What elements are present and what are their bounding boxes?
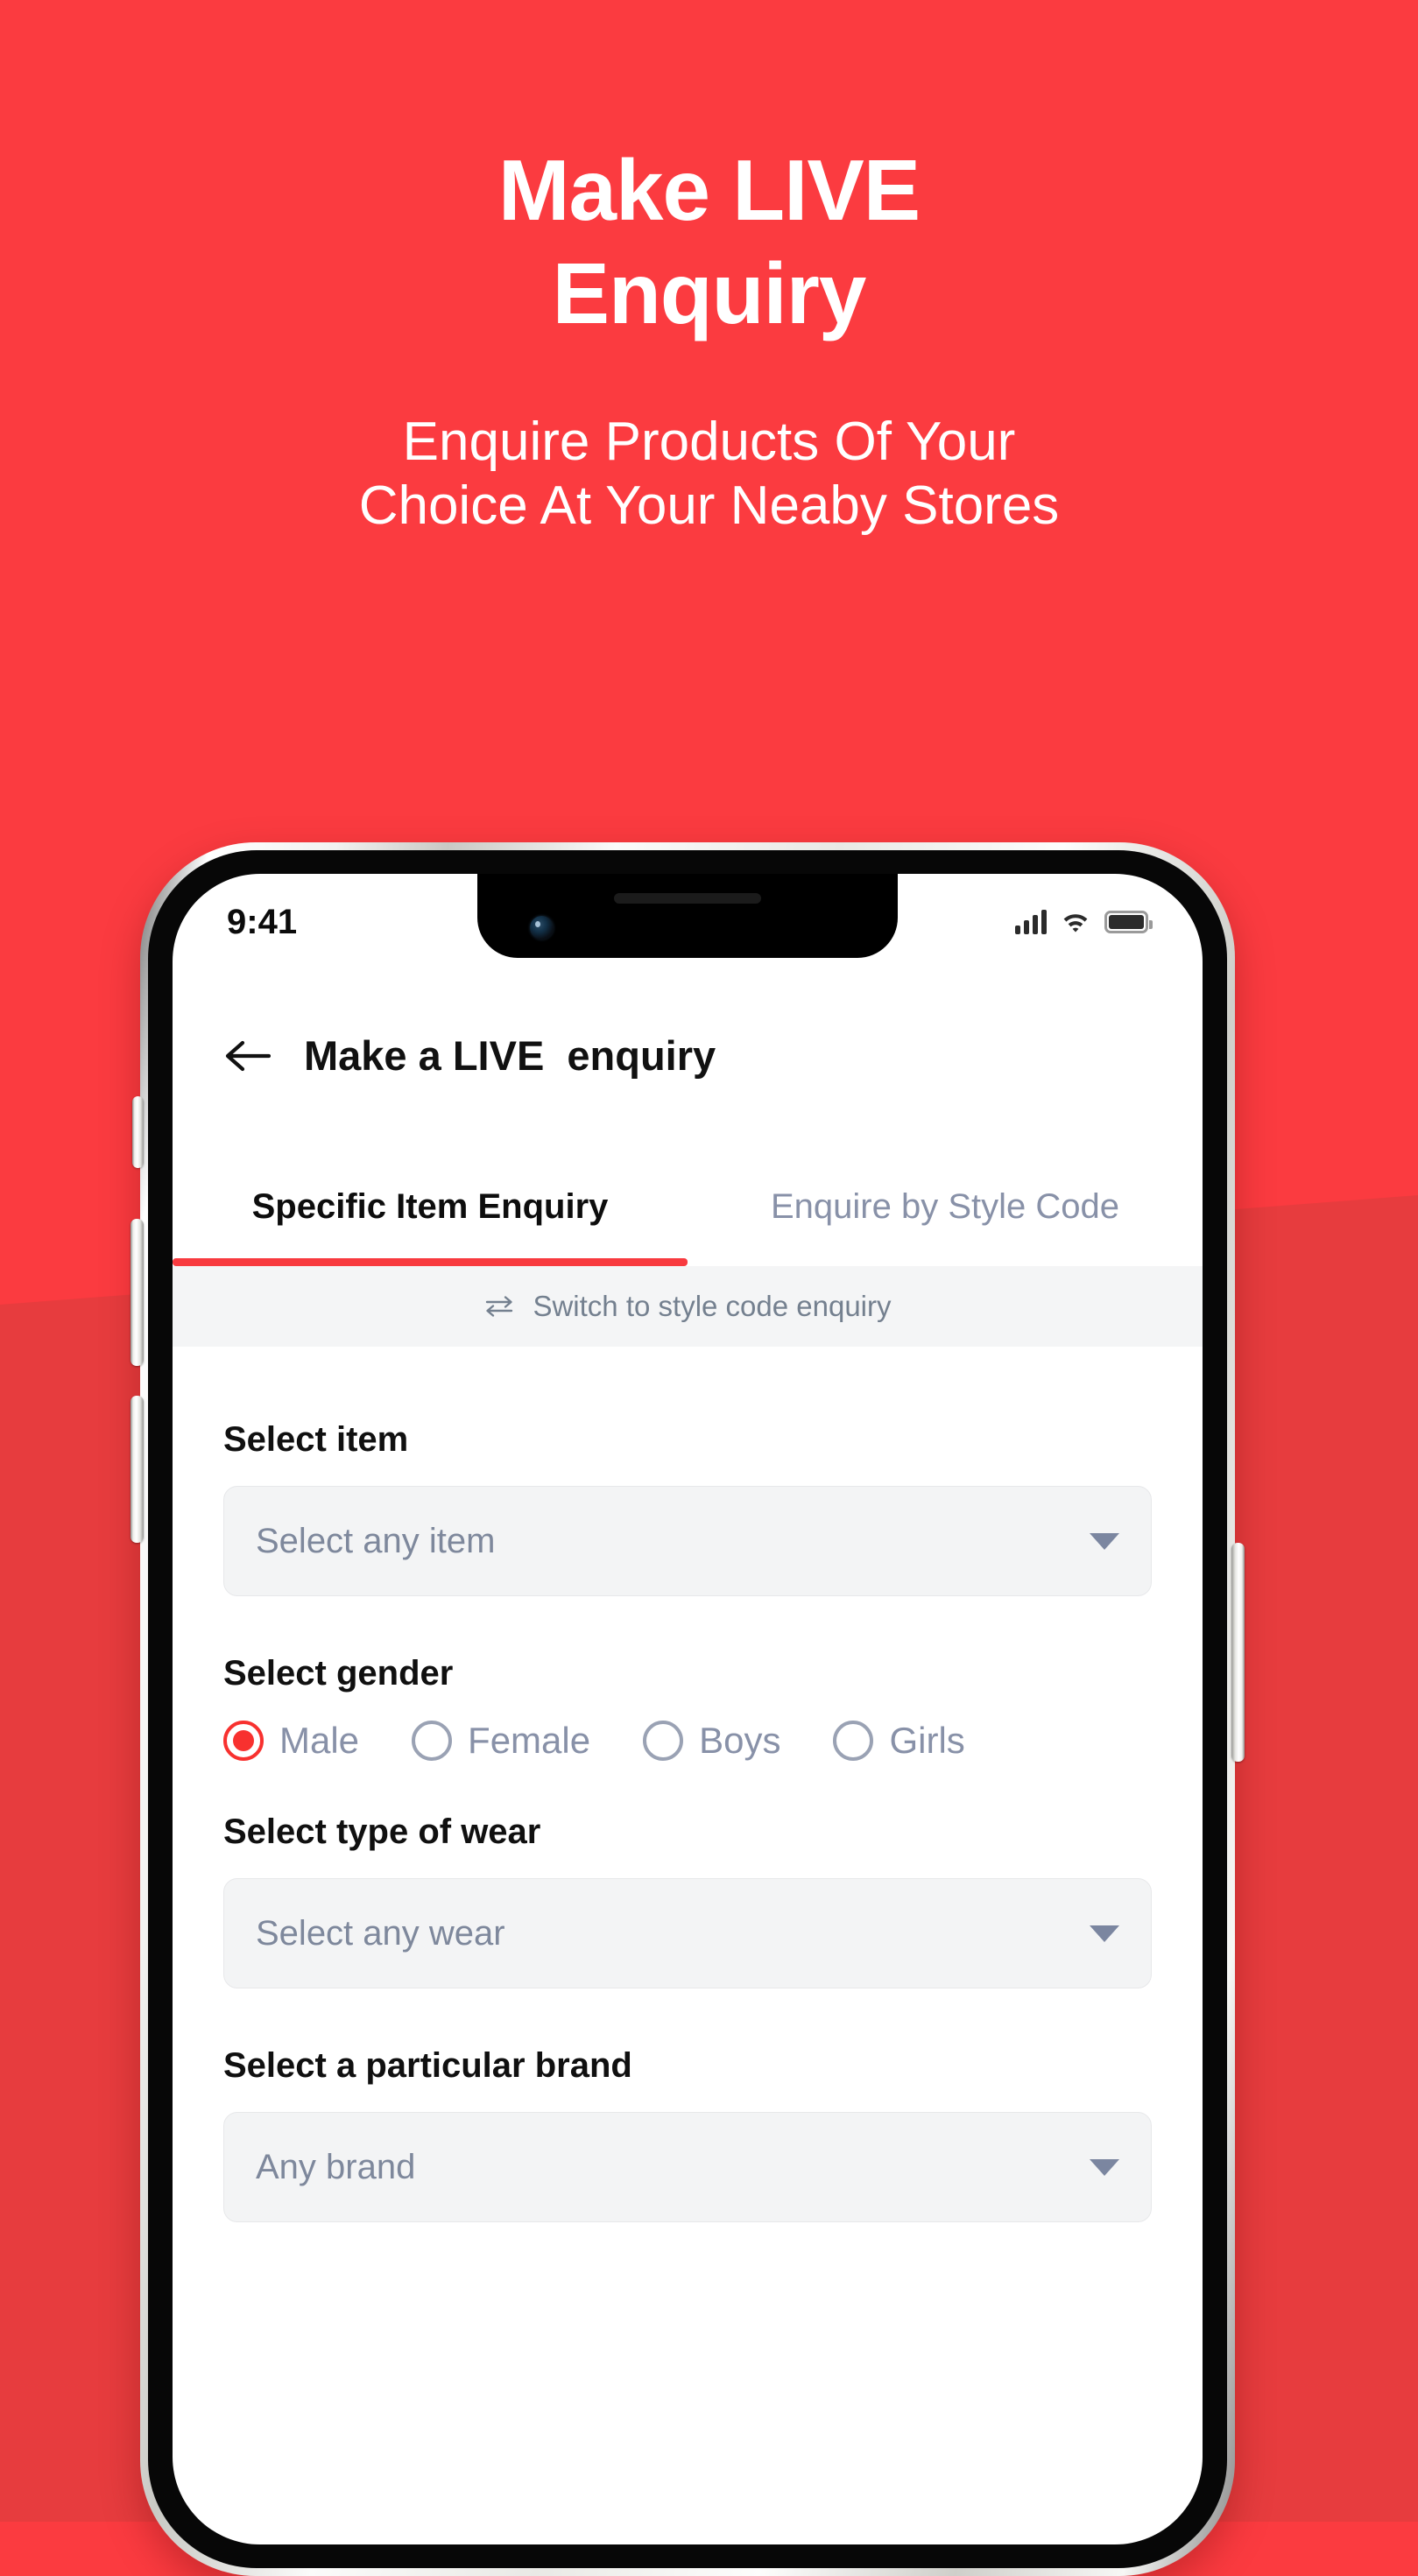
gender-option-girls-label: Girls bbox=[889, 1720, 965, 1761]
gender-option-male-label: Male bbox=[279, 1720, 360, 1761]
gender-option-boys-label: Boys bbox=[699, 1720, 781, 1761]
app-header: Make a LIVE enquiry bbox=[173, 1031, 1203, 1080]
chevron-down-icon bbox=[1090, 1925, 1119, 1942]
tab-enquire-by-style-code-label: Enquire by Style Code bbox=[770, 1187, 1119, 1226]
tab-specific-item-enquiry-label: Specific Item Enquiry bbox=[251, 1187, 609, 1226]
radio-unselected-icon bbox=[643, 1721, 684, 1761]
tab-enquire-by-style-code[interactable]: Enquire by Style Code bbox=[688, 1163, 1203, 1266]
select-item-value: Select any item bbox=[256, 1521, 496, 1560]
hero-subtitle-line1: Enquire Products Of Your bbox=[402, 412, 1016, 472]
select-brand-dropdown[interactable]: Any brand bbox=[223, 2112, 1152, 2222]
phone-notch bbox=[477, 874, 898, 958]
radio-selected-icon bbox=[223, 1721, 264, 1761]
phone-screen: 9:41 Make a LIVE enquiry Specific Item E… bbox=[173, 874, 1203, 2544]
switch-mode-bar[interactable]: Switch to style code enquiry bbox=[173, 1266, 1203, 1347]
tab-specific-item-enquiry[interactable]: Specific Item Enquiry bbox=[173, 1163, 688, 1266]
battery-full-icon bbox=[1104, 911, 1153, 933]
hero-subtitle-line2: Choice At Your Neaby Stores bbox=[358, 475, 1060, 537]
earpiece-speaker-icon bbox=[614, 893, 761, 904]
cellular-signal-icon bbox=[1015, 910, 1047, 934]
select-item-label: Select item bbox=[223, 1420, 409, 1459]
mute-switch-button[interactable] bbox=[132, 1096, 144, 1168]
swap-arrows-icon bbox=[483, 1294, 515, 1319]
select-wear-label: Select type of wear bbox=[223, 1812, 541, 1851]
select-brand-value: Any brand bbox=[256, 2147, 416, 2186]
phone-mockup: 9:41 Make a LIVE enquiry Specific Item E… bbox=[131, 842, 1245, 2576]
gender-option-boys[interactable]: Boys bbox=[643, 1720, 780, 1762]
wifi-icon bbox=[1061, 911, 1090, 933]
select-gender-label: Select gender bbox=[223, 1654, 454, 1693]
radio-unselected-icon bbox=[833, 1721, 874, 1761]
gender-option-female[interactable]: Female bbox=[412, 1720, 590, 1762]
gender-option-girls[interactable]: Girls bbox=[833, 1720, 965, 1762]
gender-option-female-label: Female bbox=[468, 1720, 591, 1761]
hero-section: Make LIVE Enquiry Enquire Products Of Yo… bbox=[0, 0, 1418, 538]
select-wear-value: Select any wear bbox=[256, 1913, 505, 1953]
enquiry-form: Select item Select any item Select gende… bbox=[173, 1347, 1203, 2544]
app-title: Make a LIVE enquiry bbox=[304, 1032, 716, 1079]
hero-subtitle: Enquire Products Of Your Choice At Your … bbox=[0, 410, 1418, 538]
chevron-down-icon bbox=[1090, 1532, 1119, 1550]
hero-title-line2: Enquiry bbox=[552, 245, 867, 341]
select-brand-label: Select a particular brand bbox=[223, 2046, 632, 2085]
radio-unselected-icon bbox=[412, 1721, 453, 1761]
select-item-dropdown[interactable]: Select any item bbox=[223, 1486, 1152, 1596]
gender-option-male[interactable]: Male bbox=[223, 1720, 359, 1762]
chevron-down-icon bbox=[1090, 2158, 1119, 2176]
status-time: 9:41 bbox=[227, 902, 298, 941]
page-title: Make LIVE Enquiry bbox=[0, 147, 1418, 336]
select-wear-dropdown[interactable]: Select any wear bbox=[223, 1878, 1152, 1988]
volume-down-button[interactable] bbox=[131, 1396, 144, 1543]
tab-bar: Specific Item Enquiry Enquire by Style C… bbox=[173, 1163, 1203, 1266]
arrow-left-icon[interactable] bbox=[223, 1038, 272, 1073]
power-button[interactable] bbox=[1231, 1543, 1245, 1762]
switch-mode-label: Switch to style code enquiry bbox=[533, 1290, 892, 1322]
hero-title-line1: Make LIVE bbox=[497, 142, 921, 238]
status-icons bbox=[1015, 910, 1153, 934]
volume-up-button[interactable] bbox=[131, 1219, 144, 1366]
front-camera-icon bbox=[530, 916, 554, 940]
gender-radio-group: Male Female Boys Girls bbox=[223, 1720, 1152, 1762]
